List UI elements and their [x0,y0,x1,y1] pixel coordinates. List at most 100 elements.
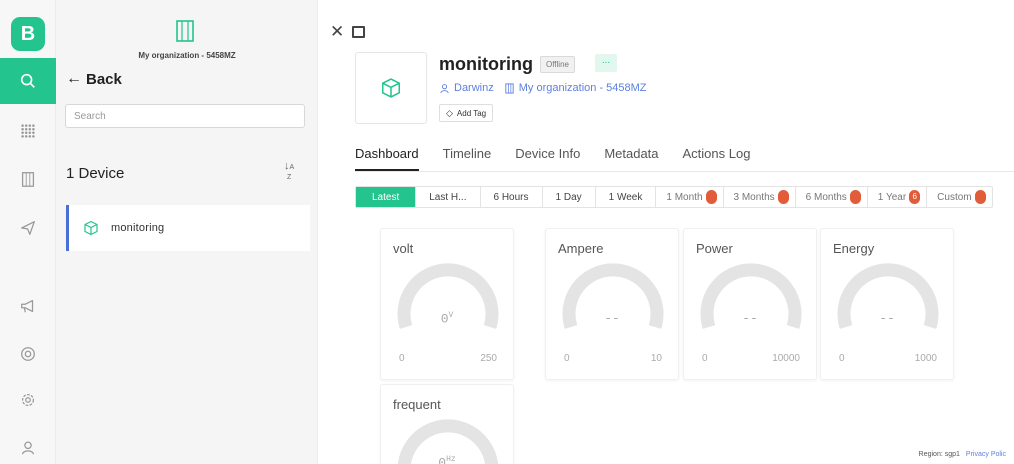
search-icon [20,73,35,88]
app-logo[interactable]: B [11,17,45,51]
nav-settings[interactable] [0,377,56,423]
widget-min: 0 [839,353,845,364]
value-unit: V [448,311,454,320]
widget-value: -- [879,311,895,326]
device-meta: Darwinz My organization - 5458MZ [439,82,647,94]
building-icon [505,82,514,94]
range-custom[interactable]: Custom [927,187,991,207]
widget-title: frequent [393,397,441,412]
range-label: 1 Month [666,191,703,203]
device-list-item[interactable]: monitoring [66,205,310,251]
expand-icon[interactable] [352,26,366,38]
search-input[interactable] [65,104,305,128]
widget-max: 10 [650,353,662,364]
range-1-day[interactable]: 1 Day [543,187,596,207]
widget-min: 0 [564,353,570,364]
add-tag-label: Add Tag [456,108,487,118]
gauge-widget-ampere[interactable]: Ampere -- 0 10 [545,228,679,380]
device-tabs: Dashboard Timeline Device Info Metadata … [355,146,774,171]
sort-az-icon[interactable]: ↓A Z [284,161,294,182]
tab-dashboard[interactable]: Dashboard [355,146,419,171]
close-icon[interactable]: ✕ [330,22,344,42]
status-badge: Offline [540,56,575,73]
tab-metadata[interactable]: Metadata [604,146,658,171]
gauge-widget-energy[interactable]: Energy -- 0 1000 [820,228,954,380]
building-icon [21,172,35,187]
range-6-hours[interactable]: 6 Hours [481,187,543,207]
range-1-year[interactable]: 1 Year 6 [868,187,928,207]
region-label: Region: sgp1 [918,451,960,458]
tabs-divider [355,171,1014,172]
grid-icon [21,124,35,138]
widget-value: -- [742,311,758,326]
range-label: 6 Months [805,191,847,203]
premium-badge [777,190,789,204]
nav-profile[interactable] [0,425,56,464]
widget-max: 250 [480,353,497,364]
megaphone-icon [21,299,34,313]
range-3-months[interactable]: 3 Months [724,187,796,207]
privacy-link[interactable]: Privacy Polic [966,451,1006,458]
back-button[interactable]: ← Back [66,70,122,88]
device-count: 1 Device [66,165,125,182]
widget-min: 0 [702,353,708,364]
value-text: 0 [440,311,449,327]
nav-announcements[interactable] [0,283,56,329]
tab-timeline[interactable]: Timeline [443,146,492,171]
cube-icon [381,78,401,98]
time-range-selector: Latest Last H... 6 Hours 1 Day 1 Week 1 … [355,186,993,208]
widget-value: 0Hz [381,455,513,464]
nav-dashboards[interactable] [0,108,56,154]
nav-search[interactable] [0,58,56,104]
nav-send[interactable] [0,205,56,251]
range-1-week[interactable]: 1 Week [596,187,657,207]
range-last-hour[interactable]: Last H... [416,187,481,207]
gauge-widget-volt[interactable]: volt 0V 0 250 [380,228,514,380]
gear-icon [21,393,35,407]
arrow-left-icon: ← [66,70,82,87]
device-image [355,52,427,124]
nav-organizations[interactable] [0,156,56,202]
range-latest[interactable]: Latest [356,187,417,207]
user-icon [21,441,35,455]
user-icon [440,83,449,93]
widget-title: Energy [833,241,875,256]
gauge-widget-power[interactable]: Power -- 0 10000 [683,228,817,380]
value-unit: Hz [446,455,456,464]
range-label: 3 Months [733,191,775,203]
nav-help[interactable] [0,331,56,377]
more-button[interactable]: ... [595,54,617,72]
owner-link[interactable]: Darwinz [454,82,494,94]
range-1-month[interactable]: 1 Month [656,187,724,207]
widget-title: Power [696,241,733,256]
tag-icon: ◇ [446,107,453,118]
back-label: Back [86,70,122,88]
premium-badge [849,190,861,204]
range-label: 1 Year [877,191,907,203]
cube-icon [84,220,98,236]
organization-name: My organization - 5458MZ [138,51,236,60]
premium-badge [705,190,717,204]
window-actions: ✕ [330,22,366,42]
widget-max: 1000 [914,353,937,364]
paper-plane-icon [21,221,35,235]
widget-max: 10000 [772,353,800,364]
add-tag-button[interactable]: ◇ Add Tag [439,104,494,122]
value-text: 0 [438,455,447,464]
device-title: monitoring [439,54,533,74]
widget-value: -- [604,311,620,326]
organization-icon [176,20,194,42]
premium-badge [974,190,986,204]
footer: Region: sgp1 Privacy Polic [919,451,1006,458]
widget-min: 0 [399,353,405,364]
range-6-months[interactable]: 6 Months [796,187,868,207]
widget-title: Ampere [558,241,604,256]
device-list-panel: My organization - 5458MZ ← Back 1 Device… [56,0,318,464]
tab-actions-log[interactable]: Actions Log [683,146,751,171]
icon-rail: B [0,0,56,464]
range-label: Custom [937,191,972,203]
organization-link[interactable]: My organization - 5458MZ [519,82,647,94]
tab-device-info[interactable]: Device Info [515,146,580,171]
widget-value: 0V [381,311,513,326]
gauge-widget-frequent[interactable]: frequent 0Hz [380,384,514,464]
